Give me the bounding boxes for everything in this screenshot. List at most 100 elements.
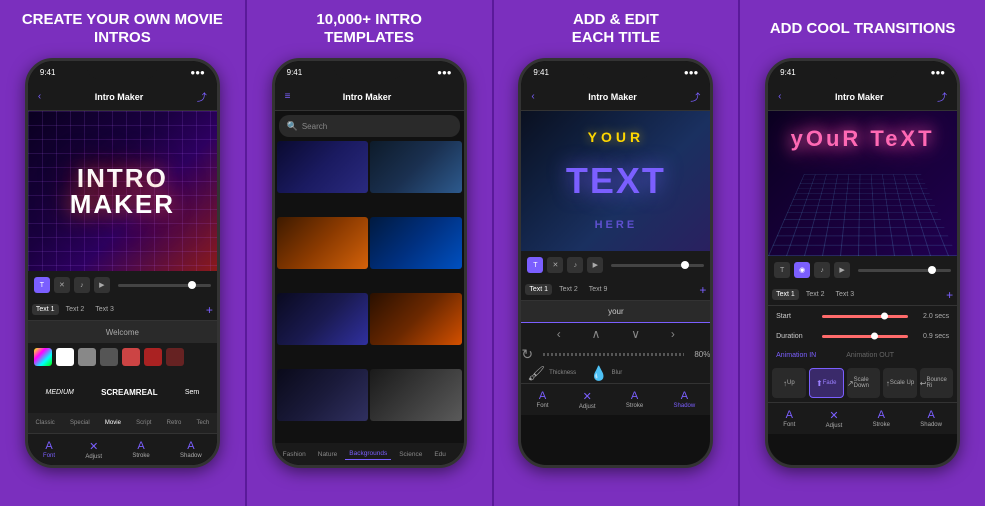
text-tool[interactable]: T [34, 277, 50, 293]
tool-font3[interactable]: A Font [537, 390, 549, 409]
anim-btn-up[interactable]: ↑Up [772, 368, 805, 398]
color-rainbow[interactable] [34, 348, 52, 366]
font-sem[interactable]: Sem [185, 389, 199, 396]
menu-icon[interactable]: ≡ [285, 91, 291, 102]
music-tool3[interactable]: ♪ [567, 257, 583, 273]
tool-stroke3[interactable]: A Stroke [626, 390, 643, 409]
add-tab-button[interactable]: + [206, 303, 213, 317]
color-brown[interactable] [166, 348, 184, 366]
thickness-label: Thickness [549, 370, 576, 376]
adjust-tool[interactable]: ✕ [54, 277, 70, 293]
adjust-tool3[interactable]: ✕ [547, 257, 563, 273]
tab-text1[interactable]: Text 1 [32, 304, 59, 315]
tab-science[interactable]: Science [395, 449, 426, 460]
share-icon[interactable]: ⤴ [197, 89, 207, 104]
template-thumb-1[interactable] [277, 141, 369, 193]
paint-icon[interactable]: 🖌 [527, 365, 545, 382]
adjust-tool4[interactable]: ◉ [794, 262, 810, 278]
adjust-icon4: ✕ [829, 409, 838, 422]
color-white[interactable] [56, 348, 74, 366]
template-thumb-7[interactable] [277, 369, 369, 421]
search-placeholder: Search [302, 122, 327, 131]
color-darkred[interactable] [144, 348, 162, 366]
tab4-text3[interactable]: Text 3 [832, 289, 859, 300]
music-tool4[interactable]: ♪ [814, 262, 830, 278]
duration-track[interactable] [822, 335, 908, 338]
style-retro[interactable]: Retro [167, 420, 182, 426]
template-thumb-2[interactable] [370, 141, 462, 193]
tool-adjust[interactable]: ✕ Adjust [85, 440, 102, 460]
add-tab3-button[interactable]: + [699, 283, 706, 297]
status-time2: 9:41 [287, 68, 303, 77]
tab4-text1[interactable]: Text 1 [772, 289, 799, 300]
tool-font4[interactable]: A Font [783, 409, 795, 428]
color-red[interactable] [122, 348, 140, 366]
arrow-up[interactable]: ∧ [592, 327, 601, 341]
panel-edit-title: ADD & EDITEACH TITLE 9:41 ●●● ‹ Intro Ma… [494, 0, 741, 506]
style-classic[interactable]: Classic [35, 420, 54, 426]
style-tech[interactable]: Tech [197, 420, 210, 426]
template-thumb-6[interactable] [370, 293, 462, 345]
template-thumb-5[interactable] [277, 293, 369, 345]
tool-stroke4[interactable]: A Stroke [873, 409, 890, 428]
tab3-text9[interactable]: Text 9 [585, 284, 612, 295]
tab-fashion[interactable]: Fashion [279, 449, 310, 460]
font-screamreal[interactable]: SCREAMREAL [101, 388, 157, 397]
blur-icon[interactable]: 💧 [590, 365, 607, 382]
anim-btn-scaledown[interactable]: ↗Scale Down [847, 368, 880, 398]
timeline-slider4[interactable] [858, 269, 951, 272]
text-input-row[interactable]: Welcome [28, 321, 217, 343]
color-palette-row [28, 343, 217, 371]
share-icon4[interactable]: ⤴ [937, 89, 947, 104]
arrow-left[interactable]: ‹ [557, 327, 561, 341]
tool-font[interactable]: A Font [43, 440, 55, 459]
tab3-text1[interactable]: Text 1 [525, 284, 552, 295]
tab-edu[interactable]: Edu [430, 449, 450, 460]
tab-backgrounds[interactable]: Backgrounds [345, 448, 391, 460]
template-thumb-8[interactable] [370, 369, 462, 421]
color-darkgray[interactable] [100, 348, 118, 366]
music-tool[interactable]: ♪ [74, 277, 90, 293]
tool-adjust4[interactable]: ✕ Adjust [826, 409, 843, 429]
rotate-icon[interactable]: ↻ [521, 346, 533, 363]
anim-btn-fade[interactable]: ⬆Fade [809, 368, 844, 398]
add-tab4-button[interactable]: + [946, 288, 953, 302]
phone1-screen: 9:41 ●●● ‹ Intro Maker ⤴ INTROMAKER T ✕ … [28, 61, 217, 465]
text-tool4[interactable]: T [774, 262, 790, 278]
tab3-text2[interactable]: Text 2 [555, 284, 582, 295]
tab-text2[interactable]: Text 2 [62, 304, 89, 315]
timeline-slider3[interactable] [611, 264, 704, 267]
play-tool[interactable]: ▶ [94, 277, 110, 293]
play-tool3[interactable]: ▶ [587, 257, 603, 273]
share-icon3[interactable]: ⤴ [690, 89, 700, 104]
color-gray[interactable] [78, 348, 96, 366]
edit-input-row[interactable]: your [521, 301, 710, 323]
play-tool4[interactable]: ▶ [834, 262, 850, 278]
tool-adjust3[interactable]: ✕ Adjust [579, 390, 596, 410]
arrow-down[interactable]: ∨ [631, 327, 640, 341]
font-medium[interactable]: MEDIUM [46, 389, 74, 396]
start-track[interactable] [822, 315, 908, 318]
tool-stroke[interactable]: A Stroke [132, 440, 149, 459]
template-thumb-4[interactable] [370, 217, 462, 269]
search-bar[interactable]: 🔍 Search [279, 115, 460, 137]
anim-btn-bounce[interactable]: ↩Bounce Ri [920, 368, 953, 398]
tool-shadow[interactable]: A Shadow [180, 440, 202, 459]
tool-shadow3[interactable]: A Shadow [674, 390, 696, 409]
anim-btn-scaleup[interactable]: ↑Scale Up [883, 368, 916, 398]
tab-text3[interactable]: Text 3 [91, 304, 118, 315]
tab-nature[interactable]: Nature [314, 449, 342, 460]
tab4-text2[interactable]: Text 2 [802, 289, 829, 300]
back-icon4[interactable]: ‹ [778, 91, 781, 102]
template-thumb-3[interactable] [277, 217, 369, 269]
back-icon[interactable]: ‹ [38, 91, 41, 102]
style-script[interactable]: Script [136, 420, 151, 426]
timeline-slider[interactable] [118, 284, 211, 287]
tool-shadow4[interactable]: A Shadow [920, 409, 942, 428]
arrow-right[interactable]: › [671, 327, 675, 341]
style-movie[interactable]: Movie [105, 420, 121, 426]
back-icon3[interactable]: ‹ [531, 91, 534, 102]
text-tool3[interactable]: T [527, 257, 543, 273]
phone4-hero: yOuR TeXT [768, 111, 957, 256]
style-special[interactable]: Special [70, 420, 90, 426]
